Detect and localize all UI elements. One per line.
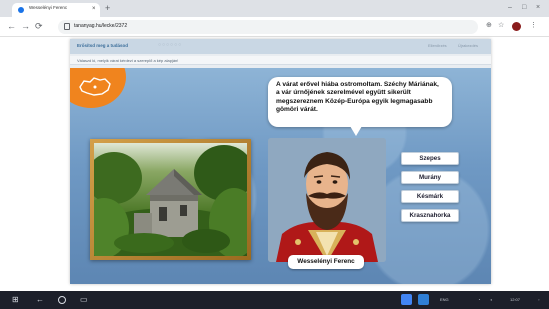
bookmark-star-icon[interactable]: ☆	[498, 22, 504, 30]
tab-title: Wesselényi Ferenc	[29, 5, 68, 10]
reload-icon[interactable]: ⟳	[35, 21, 43, 31]
task-view-icon[interactable]: ▭	[80, 295, 88, 305]
minimize-button[interactable]: –	[508, 4, 512, 12]
map-outline-icon	[79, 77, 111, 96]
app-header: Erősítsd meg a tudásod ○○○○○○ Ellenőrzés…	[70, 39, 491, 54]
character-name-tag: Wesselényi Ferenc	[288, 255, 364, 269]
app-title: Erősítsd meg a tudásod	[77, 43, 129, 48]
browser-tab[interactable]: Wesselényi Ferenc ×	[12, 3, 100, 17]
chrome-taskbar-icon[interactable]	[401, 294, 412, 305]
option-krasznahorka[interactable]: Krasznahorka	[401, 209, 459, 222]
volume-icon[interactable]: ◖	[490, 297, 492, 302]
address-bar[interactable]: tananyag.hu/lecke/2372	[58, 20, 478, 34]
clock[interactable]: 12:07	[510, 297, 520, 302]
close-window-button[interactable]: ×	[536, 4, 540, 12]
speech-bubble-tail	[350, 126, 362, 136]
speech-text: A várat erővel hiába ostromoltam. Széchy…	[276, 81, 439, 114]
lock-icon	[64, 23, 70, 30]
check-link[interactable]: Ellenőrzés	[428, 43, 447, 48]
task-scene: A várat erővel hiába ostromoltam. Széchy…	[70, 68, 491, 284]
castle-ruin-image	[94, 145, 247, 256]
os-taskbar: ⊞ ← ▭ ENG ◔ ◖ 12:07 ▫	[0, 291, 549, 309]
menu-kebab-icon[interactable]: ⋮	[530, 22, 537, 30]
new-tab-button[interactable]: +	[105, 4, 110, 13]
option-kesmark[interactable]: Késmárk	[401, 190, 459, 203]
browser-tab-bar: Wesselényi Ferenc × + – □ ×	[0, 0, 549, 17]
favicon-icon	[18, 7, 24, 13]
option-murany[interactable]: Murány	[401, 171, 459, 184]
search-icon[interactable]	[58, 296, 66, 304]
restart-link[interactable]: Újrakezdés	[458, 43, 478, 48]
forward-icon[interactable]: →	[21, 21, 30, 31]
extensions-icon[interactable]: ⊕	[486, 22, 492, 30]
close-tab-icon[interactable]: ×	[92, 5, 96, 13]
back-arrow-icon[interactable]: ←	[36, 295, 44, 305]
progress-dots: ○○○○○○	[158, 42, 183, 48]
option-szepes[interactable]: Szepes	[401, 152, 459, 165]
portrait-image	[268, 138, 386, 262]
back-icon[interactable]: ←	[7, 21, 16, 31]
character-portrait	[268, 138, 386, 262]
browser-toolbar: ← → ⟳ tananyag.hu/lecke/2372 ⊕ ☆ ⋮	[0, 17, 549, 37]
speech-bubble: A várat erővel hiába ostromoltam. Széchy…	[268, 77, 452, 127]
keyboard-language[interactable]: ENG	[440, 297, 449, 302]
instruction-text: Válaszd ki, melyik várat kérdezi a szere…	[77, 58, 179, 63]
page-content: Erősítsd meg a tudásod ○○○○○○ Ellenőrzés…	[0, 37, 549, 291]
castle-photo-frame	[90, 139, 251, 260]
explorer-taskbar-icon[interactable]	[418, 294, 429, 305]
profile-avatar[interactable]	[512, 22, 521, 31]
network-icon[interactable]: ◔	[478, 297, 480, 302]
castle-photo	[94, 143, 247, 256]
learning-app: Erősítsd meg a tudásod ○○○○○○ Ellenőrzés…	[70, 39, 491, 284]
notifications-icon[interactable]: ▫	[538, 297, 539, 302]
instruction-bar: Válaszd ki, melyik várat kérdezi a szere…	[70, 56, 491, 65]
start-icon[interactable]: ⊞	[12, 295, 19, 305]
maximize-button[interactable]: □	[522, 4, 526, 12]
url-text: tananyag.hu/lecke/2372	[74, 23, 128, 29]
